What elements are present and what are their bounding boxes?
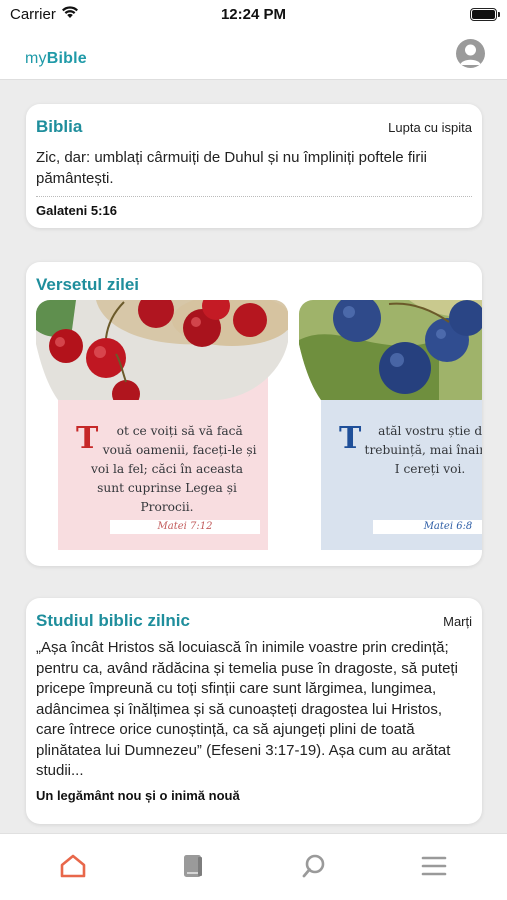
verse-slide-reference: Matei 6:8 xyxy=(373,520,482,534)
tab-menu[interactable] xyxy=(414,846,454,886)
search-icon xyxy=(302,854,325,878)
app-header: myBible xyxy=(0,30,507,80)
book-icon xyxy=(184,855,202,877)
verse-slide-reference: Matei 7:12 xyxy=(110,520,260,534)
daily-bible-study-card[interactable]: Studiul biblic zilnic Marți „Așa încât H… xyxy=(26,598,482,824)
verse-slide[interactable]: Tot ce voiți să vă facă vouă oamenii, fa… xyxy=(36,300,288,550)
verse-carousel[interactable]: Tot ce voiți să vă facă vouă oamenii, fa… xyxy=(36,300,482,552)
bible-verse-text: Zic, dar: umblați cârmuiți de Duhul și n… xyxy=(36,149,427,187)
cherries-image xyxy=(36,300,288,400)
tab-bar xyxy=(0,833,507,900)
status-bar: Carrier 12:24 PM xyxy=(0,0,507,30)
study-card-day: Marți xyxy=(443,614,472,629)
verse-slide-quote: Tatăl vostru știe de ce trebuință, mai î… xyxy=(339,421,482,477)
verse-of-the-day-card: Versetul zilei Tot ce voiți să vă facă v… xyxy=(26,262,482,566)
home-icon xyxy=(60,854,86,878)
clock: 12:24 PM xyxy=(220,6,287,23)
study-lesson-title: Un legământ nou și o inimă nouă xyxy=(36,788,240,803)
verse-card-title: Versetul zilei xyxy=(36,275,139,294)
verse-slide[interactable]: Tatăl vostru știe de ce trebuință, mai î… xyxy=(299,300,482,550)
study-text: „Așa încât Hristos să locuiască în inimi… xyxy=(36,639,458,779)
tab-home[interactable] xyxy=(53,846,93,886)
battery-icon xyxy=(470,8,500,21)
bible-card-topic: Lupta cu ispita xyxy=(388,120,472,135)
bible-verse-reference: Galateni 5:16 xyxy=(36,196,472,218)
menu-icon xyxy=(421,856,447,876)
profile-avatar-icon[interactable] xyxy=(456,39,485,68)
blueberries-image xyxy=(299,300,482,400)
verse-slide-quote: Tot ce voiți să vă facă vouă oamenii, fa… xyxy=(76,421,257,515)
app-logo[interactable]: myBible xyxy=(25,50,87,68)
tab-bible[interactable] xyxy=(173,846,213,886)
bible-card-title: Biblia xyxy=(36,117,83,136)
study-card-title: Studiul biblic zilnic xyxy=(36,611,190,630)
tab-search[interactable] xyxy=(294,846,334,886)
bible-card[interactable]: Biblia Lupta cu ispita Zic, dar: umblați… xyxy=(26,104,482,228)
